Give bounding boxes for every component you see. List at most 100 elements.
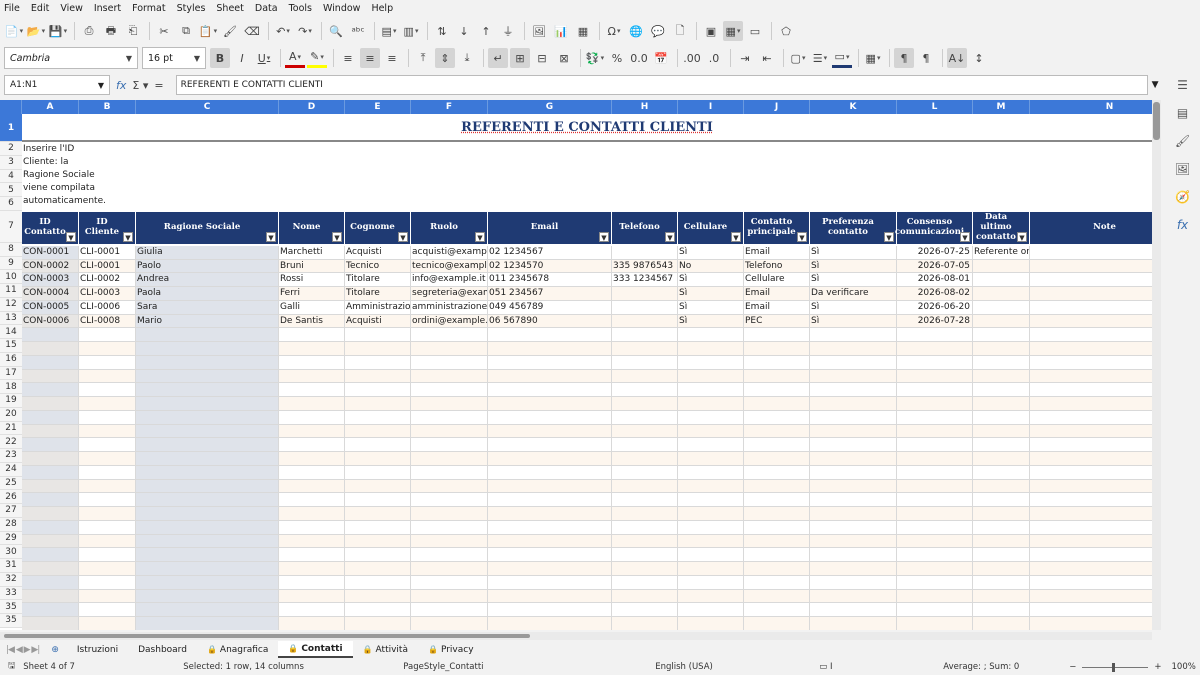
- split-window-icon[interactable]: ▭: [745, 21, 765, 41]
- table-cell[interactable]: [973, 369, 1030, 383]
- table-cell[interactable]: [744, 479, 810, 493]
- table-header-cell[interactable]: Telefono ▼: [612, 211, 678, 244]
- table-cell[interactable]: Telefono: [744, 259, 810, 273]
- print-icon[interactable]: 🖶: [101, 21, 121, 41]
- table-cell[interactable]: [136, 438, 279, 451]
- table-cell[interactable]: [744, 493, 810, 506]
- table-cell[interactable]: CLI-0008: [79, 314, 136, 328]
- table-cell[interactable]: [279, 397, 345, 410]
- table-cell[interactable]: [411, 424, 488, 438]
- table-cell[interactable]: [488, 575, 612, 589]
- table-cell[interactable]: [136, 548, 279, 561]
- table-cell[interactable]: [1030, 411, 1152, 424]
- percent-format-icon[interactable]: %: [607, 48, 627, 68]
- menu-item-file[interactable]: File: [4, 3, 20, 14]
- table-cell[interactable]: [79, 617, 136, 630]
- table-cell[interactable]: [678, 575, 744, 589]
- table-cell[interactable]: [279, 548, 345, 561]
- table-cell[interactable]: [488, 479, 612, 493]
- table-cell[interactable]: [411, 397, 488, 410]
- table-cell[interactable]: [897, 548, 973, 561]
- table-cell[interactable]: 011 2345678: [488, 273, 612, 286]
- clone-format-icon[interactable]: 🖌: [220, 21, 240, 41]
- table-cell[interactable]: [22, 507, 79, 520]
- table-cell[interactable]: [1030, 356, 1152, 369]
- table-cell[interactable]: [612, 465, 678, 479]
- merge-center-icon[interactable]: ⊞: [510, 48, 530, 68]
- table-cell[interactable]: [1030, 576, 1152, 589]
- table-cell[interactable]: [678, 438, 744, 451]
- table-cell[interactable]: 2026-07-05: [897, 259, 973, 273]
- function-wizard-icon[interactable]: fx: [116, 79, 126, 92]
- table-cell[interactable]: Paola: [136, 287, 279, 300]
- table-cell[interactable]: [612, 314, 678, 328]
- table-cell[interactable]: [1030, 273, 1152, 286]
- table-cell[interactable]: [973, 575, 1030, 589]
- table-cell[interactable]: [345, 438, 411, 451]
- table-cell[interactable]: [612, 438, 678, 451]
- font-name-combo[interactable]: Cambria ▼: [4, 47, 138, 69]
- table-cell[interactable]: [136, 424, 279, 438]
- table-cell[interactable]: [22, 520, 79, 534]
- table-cell[interactable]: [612, 617, 678, 630]
- font-size-combo[interactable]: 16 pt ▼: [142, 47, 206, 69]
- table-cell[interactable]: [22, 410, 79, 424]
- table-cell[interactable]: [612, 589, 678, 603]
- row-header[interactable]: 26: [0, 490, 22, 504]
- row-header[interactable]: 35: [0, 600, 22, 614]
- table-cell[interactable]: [612, 342, 678, 355]
- table-cell[interactable]: [345, 507, 411, 520]
- table-cell[interactable]: amministrazione@: [411, 300, 488, 314]
- table-cell[interactable]: [612, 603, 678, 616]
- table-cell[interactable]: [345, 383, 411, 396]
- table-cell[interactable]: [744, 465, 810, 479]
- functions-icon[interactable]: fx: [1177, 218, 1188, 232]
- table-cell[interactable]: [345, 328, 411, 341]
- redo-icon[interactable]: ↷: [295, 21, 315, 41]
- table-cell[interactable]: [279, 575, 345, 589]
- table-cell[interactable]: [678, 465, 744, 479]
- table-cell[interactable]: [810, 410, 897, 424]
- table-cell[interactable]: [136, 328, 279, 341]
- table-cell[interactable]: [79, 342, 136, 355]
- table-cell[interactable]: [136, 452, 279, 465]
- table-cell[interactable]: [22, 438, 79, 451]
- table-cell[interactable]: [488, 617, 612, 630]
- table-cell[interactable]: [345, 575, 411, 589]
- table-cell[interactable]: [79, 383, 136, 396]
- table-cell[interactable]: [744, 603, 810, 616]
- table-cell[interactable]: [897, 603, 973, 616]
- table-cell[interactable]: CLI-0001: [79, 245, 136, 259]
- table-cell[interactable]: [279, 452, 345, 465]
- add-decimal-icon[interactable]: .00: [682, 48, 702, 68]
- define-print-area-icon[interactable]: ▣: [701, 21, 721, 41]
- date-format-icon[interactable]: 📅: [651, 48, 671, 68]
- text-direction-icon[interactable]: ↕: [969, 48, 989, 68]
- table-cell[interactable]: tecnico@example: [411, 259, 488, 273]
- table-cell[interactable]: [612, 369, 678, 383]
- autofilter-dropdown-icon[interactable]: ▼: [398, 231, 408, 242]
- table-cell[interactable]: [678, 452, 744, 465]
- table-cell[interactable]: [345, 493, 411, 506]
- table-cell[interactable]: [345, 589, 411, 603]
- table-cell[interactable]: [79, 438, 136, 451]
- table-cell[interactable]: Da verificare: [810, 287, 897, 300]
- table-cell[interactable]: [279, 479, 345, 493]
- autofilter-dropdown-icon[interactable]: ▼: [66, 231, 76, 242]
- gallery-icon[interactable]: 🖼: [1175, 162, 1190, 176]
- table-cell[interactable]: [136, 575, 279, 589]
- table-cell[interactable]: [678, 424, 744, 438]
- table-cell[interactable]: [897, 452, 973, 465]
- conditional-format-icon[interactable]: ▦: [863, 48, 883, 68]
- table-cell[interactable]: [973, 328, 1030, 341]
- row-header[interactable]: 31: [0, 559, 22, 573]
- table-cell[interactable]: [279, 342, 345, 355]
- row-header[interactable]: 21: [0, 421, 22, 436]
- table-cell[interactable]: [810, 438, 897, 451]
- table-cell[interactable]: [279, 520, 345, 534]
- table-cell[interactable]: [345, 410, 411, 424]
- table-cell[interactable]: [973, 534, 1030, 548]
- new-icon[interactable]: 📄: [4, 21, 24, 41]
- table-cell[interactable]: [1030, 548, 1152, 561]
- table-cell[interactable]: [411, 520, 488, 534]
